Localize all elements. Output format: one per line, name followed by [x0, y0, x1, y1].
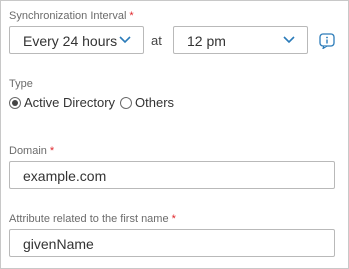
interval-select-value: Every 24 hours: [23, 33, 118, 49]
domain-input-value: example.com: [23, 168, 107, 184]
chevron-down-icon: [119, 36, 131, 44]
domain-label-text: Domain: [9, 145, 47, 157]
time-select[interactable]: 12 pm: [173, 26, 308, 54]
radio-active-directory-label: Active Directory: [24, 95, 116, 110]
radio-others[interactable]: Others: [120, 95, 174, 110]
interval-select[interactable]: Every 24 hours: [9, 26, 144, 54]
first-name-attribute-label-text: Attribute related to the first name: [9, 213, 169, 225]
radio-button[interactable]: [120, 96, 133, 109]
info-icon[interactable]: [319, 33, 335, 49]
sync-interval-label: Synchronization Interval *: [9, 10, 134, 22]
at-label: at: [151, 33, 162, 48]
first-name-attribute-label: Attribute related to the first name *: [9, 213, 176, 225]
required-marker: *: [129, 10, 134, 22]
first-name-attribute-input-value: givenName: [23, 236, 94, 252]
sync-interval-label-text: Synchronization Interval: [9, 10, 127, 22]
time-select-value: 12 pm: [187, 33, 226, 49]
radio-others-label: Others: [135, 95, 175, 110]
domain-input[interactable]: example.com: [9, 161, 335, 189]
settings-panel: Synchronization Interval * Every 24 hours…: [0, 0, 349, 269]
chevron-down-icon: [283, 36, 295, 44]
required-marker: *: [171, 213, 176, 225]
type-label: Type: [9, 78, 33, 90]
first-name-attribute-input[interactable]: givenName: [9, 229, 335, 257]
radio-active-directory[interactable]: Active Directory: [9, 95, 115, 110]
domain-label: Domain *: [9, 145, 54, 157]
type-radio-group: Active Directory Others: [9, 95, 179, 110]
required-marker: *: [49, 145, 55, 157]
radio-button-checked[interactable]: [9, 96, 21, 109]
